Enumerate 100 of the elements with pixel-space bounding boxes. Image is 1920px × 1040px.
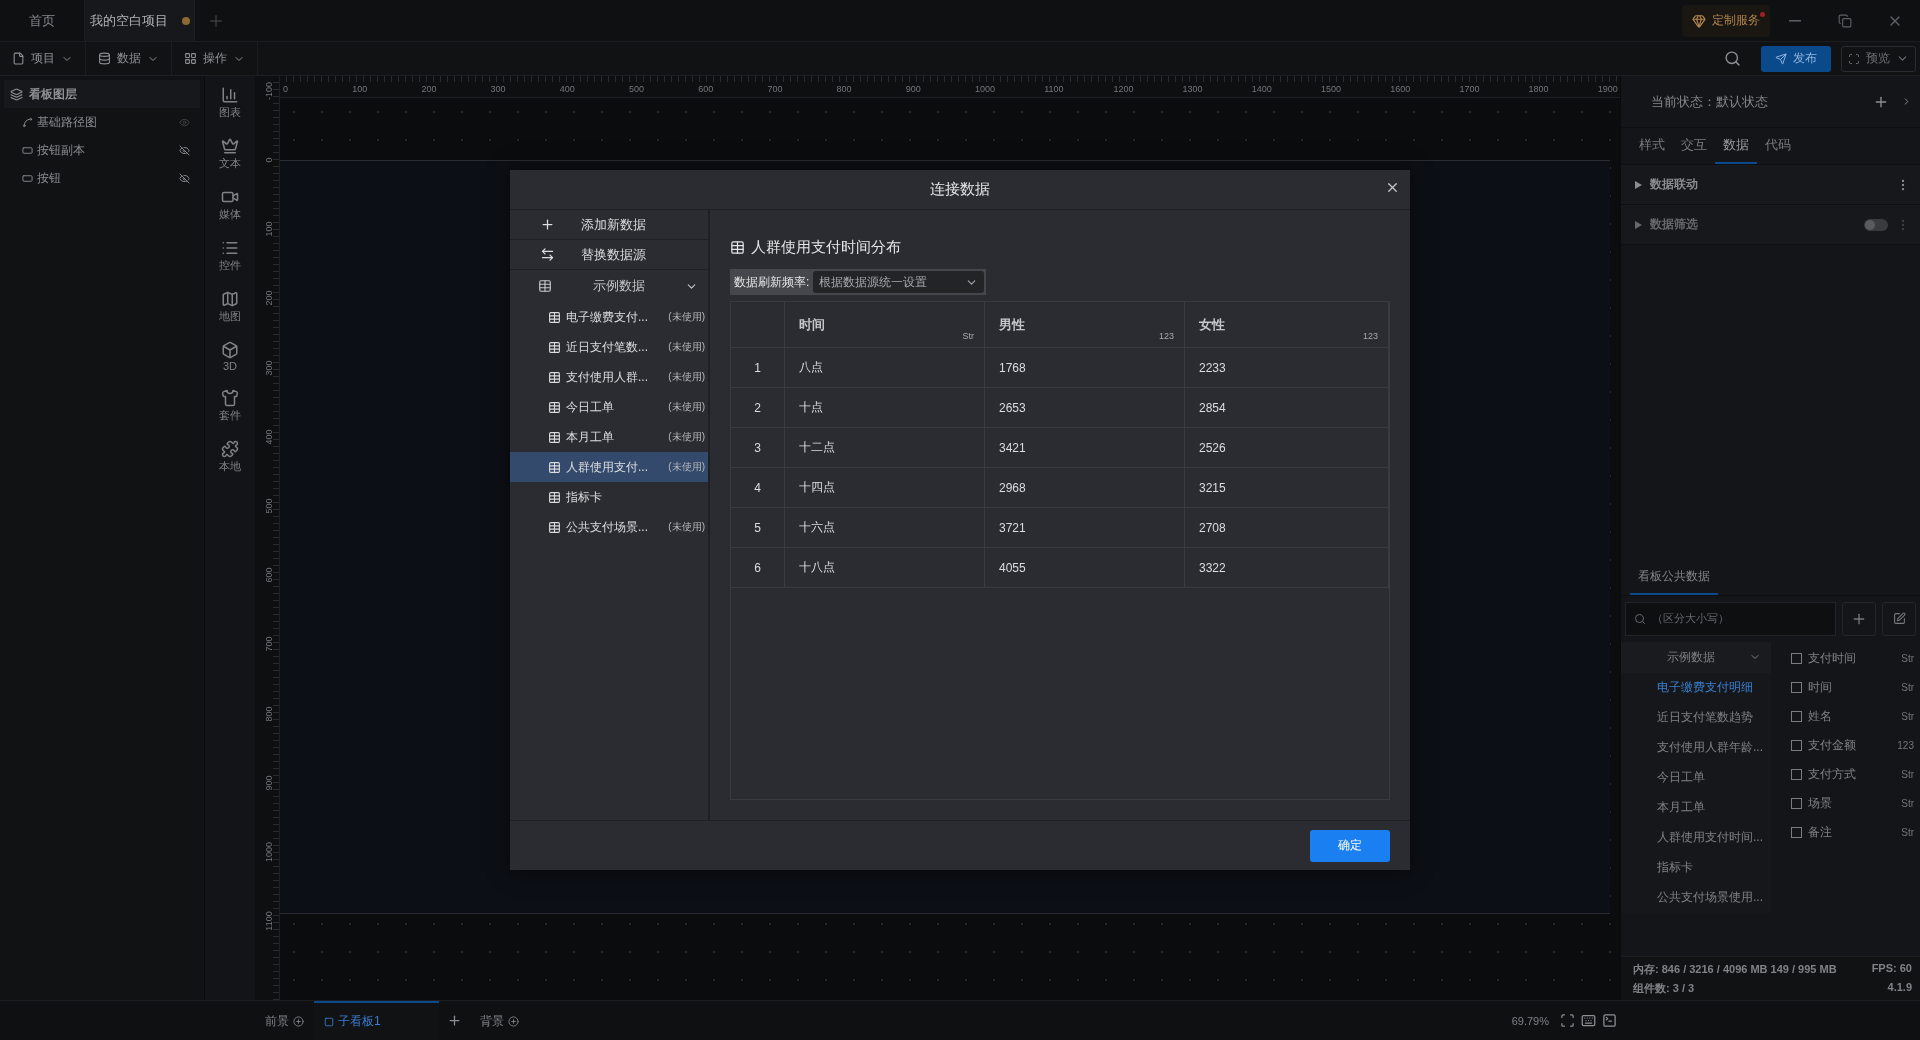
data-source-item[interactable]: 指标卡 [510, 482, 708, 512]
zoom-level: 69.79% [1511, 1014, 1549, 1027]
data-source-item[interactable]: 本月工单 (未使用) [510, 422, 708, 452]
layer-item[interactable]: 按钮副本 [0, 136, 204, 164]
data-source-item[interactable]: 近日支付笔数趋势 [1621, 702, 1771, 733]
usage-tag: (未使用) [668, 340, 705, 354]
data-source-item[interactable]: 今日工单 [1621, 762, 1771, 793]
component-button[interactable]: 地图 [219, 290, 241, 324]
square-icon [324, 1016, 334, 1027]
checkbox[interactable] [1791, 826, 1802, 838]
plus-icon [540, 217, 555, 232]
table-icon [548, 460, 561, 474]
layer-item[interactable]: 基础路径图 [0, 108, 204, 136]
menu-button[interactable]: 数据 [86, 42, 172, 75]
confirm-button[interactable]: 确定 [1310, 829, 1390, 862]
component-button[interactable]: 3D [221, 341, 239, 372]
table-cell: 2233 [1185, 348, 1389, 387]
data-source-item[interactable]: 电子缴费支付明细 [1621, 672, 1771, 703]
checkbox[interactable] [1791, 681, 1802, 693]
ruler-label: 800 [263, 705, 275, 724]
data-source-item[interactable]: 人群使用支付... (未使用) [510, 452, 708, 482]
component-button[interactable]: 套件 [219, 389, 241, 423]
checkbox[interactable] [1791, 739, 1802, 751]
data-source-item[interactable]: 本月工单 [1621, 792, 1771, 823]
layer-icon [22, 172, 33, 184]
version-text: 4.1.9 [1886, 980, 1912, 995]
ruler-label: 800 [836, 84, 852, 94]
data-source-item[interactable]: 公共支付场景... (未使用) [510, 512, 708, 542]
checkbox[interactable] [1791, 652, 1802, 664]
checkbox[interactable] [1791, 797, 1802, 809]
group-header[interactable]: 示例数据 [510, 270, 708, 302]
table-icon [548, 340, 561, 354]
field-name: 时间 [1808, 678, 1832, 696]
keyboard-icon [1581, 1013, 1596, 1028]
table-title: 人群使用支付时间分布 [751, 238, 901, 257]
layer-item[interactable]: 按钮 [0, 164, 204, 192]
layer-label: 按钮 [37, 169, 61, 187]
panel-tab[interactable]: 交互 [1673, 128, 1715, 164]
panel-tab[interactable]: 样式 [1631, 128, 1673, 164]
ruler-label: 0 [263, 156, 275, 165]
panel-tab[interactable]: 代码 [1757, 128, 1799, 164]
data-source-item[interactable]: 电子缴费支付... (未使用) [510, 302, 708, 332]
table-cell: 4 [731, 468, 785, 507]
component-button[interactable]: 图表 [219, 86, 241, 120]
data-source-item[interactable]: 人群使用支付时间... [1621, 822, 1771, 853]
ruler-label: 200 [263, 289, 275, 308]
close-button[interactable] [1385, 180, 1400, 195]
table-cell: 十二点 [785, 428, 985, 467]
checkbox[interactable] [1791, 710, 1802, 722]
ruler-label: 1600 [1390, 84, 1411, 94]
table-cell: 2968 [985, 468, 1185, 507]
table-cell: 十四点 [785, 468, 985, 507]
data-source-item[interactable]: 指标卡 [1621, 852, 1771, 883]
ruler-label: 900 [905, 84, 921, 94]
data-source-item[interactable]: 今日工单 (未使用) [510, 392, 708, 422]
custom-service-button[interactable]: 定制服务 [1682, 4, 1770, 37]
dialog-action[interactable]: 替换数据源 [510, 240, 708, 270]
publish-button[interactable]: 发布 [1761, 45, 1831, 72]
field-name: 场景 [1808, 794, 1832, 812]
fps-text: FPS: 60 [1871, 961, 1912, 976]
table-cell: 2 [731, 388, 785, 427]
component-button[interactable]: 本地 [219, 440, 241, 474]
puzzle-icon [221, 440, 239, 458]
data-source-item[interactable]: 支付使用人群... (未使用) [510, 362, 708, 392]
component-button[interactable]: 控件 [219, 239, 241, 273]
project-tab[interactable]: 我的空白项目 [85, 0, 195, 41]
data-source-item[interactable]: 近日支付笔数... (未使用) [510, 332, 708, 362]
eye-off-icon[interactable] [179, 172, 190, 184]
dialog-action[interactable]: 添加新数据 [510, 210, 708, 240]
edit-button[interactable] [1882, 601, 1916, 636]
preview-button[interactable]: 预览 [1841, 45, 1916, 72]
table-cell: 十六点 [785, 508, 985, 547]
usage-tag: (未使用) [668, 520, 705, 534]
checkbox[interactable] [1791, 768, 1802, 780]
usage-tag: (未使用) [668, 460, 705, 474]
data-source-item[interactable]: 支付使用人群年龄... [1621, 732, 1771, 763]
background-tab[interactable]: 背景 [470, 1001, 529, 1040]
table-icon [730, 240, 745, 255]
eye-off-icon[interactable] [179, 144, 190, 156]
component-button[interactable]: 媒体 [219, 188, 241, 222]
search-field[interactable]: （区分大小写） [1625, 601, 1836, 636]
menu-button[interactable]: 项目 [0, 42, 86, 75]
data-source-item[interactable]: 公共支付场景使用... [1621, 882, 1771, 913]
group-header[interactable]: 示例数据 [1621, 641, 1771, 673]
ruler-label: 1700 [1459, 84, 1480, 94]
menu-button[interactable]: 操作 [172, 42, 258, 75]
refresh-select[interactable]: 根据数据源统一设置 [813, 271, 984, 293]
add-button[interactable] [1842, 601, 1876, 636]
component-button[interactable]: 文本 [219, 137, 241, 171]
fit-screen-icon [1560, 1013, 1575, 1028]
layers-title: 看板图层 [29, 85, 77, 103]
source-name: 支付使用人群... [566, 368, 648, 386]
restore-icon [1838, 13, 1852, 28]
public-data-tab[interactable]: 看板公共数据 [1630, 559, 1718, 595]
field-type: Str [1901, 768, 1914, 780]
table-icon [548, 400, 561, 414]
ruler-label: 100 [352, 84, 368, 94]
shirt-icon [221, 389, 239, 407]
field-name: 支付金额 [1808, 736, 1856, 754]
foreground-tab[interactable]: 前景 [255, 1001, 314, 1040]
